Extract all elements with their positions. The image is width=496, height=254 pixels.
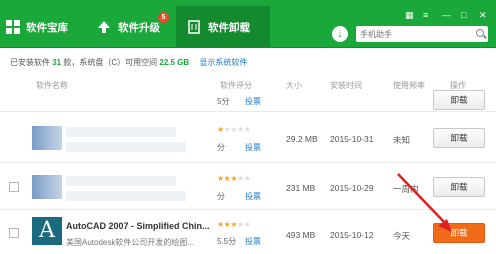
trash-icon [186, 19, 202, 35]
rating-score: 5.5分 [217, 237, 237, 246]
row-checkbox[interactable] [9, 228, 19, 238]
app-description: 美国Autodesk软件公司开发的绘图... [66, 238, 195, 247]
install-date: 2015-10-12 [330, 230, 374, 240]
app-name-redacted [66, 127, 176, 137]
uninstall-button[interactable]: 卸载 [433, 177, 485, 197]
install-date: 2015-10-29 [330, 183, 374, 193]
vote-link[interactable]: 投票 [245, 142, 261, 153]
upgrade-icon [96, 19, 112, 35]
vote-link[interactable]: 投票 [245, 236, 261, 247]
table-row[interactable]: A AutoCAD 2007 - Simplified Chin... 美国Au… [0, 211, 496, 254]
close-icon[interactable]: ✕ [479, 10, 487, 21]
app-desc-redacted [66, 191, 186, 201]
star-rating[interactable]: ★★★★★ [217, 174, 251, 183]
vote-link[interactable]: 投票 [245, 96, 261, 107]
installed-count: 31 [52, 58, 62, 67]
uninstall-button[interactable]: 卸载 [433, 223, 485, 243]
rating-score: 5分 [217, 97, 230, 106]
tab-software-uninstall-label: 软件卸载 [208, 21, 250, 34]
column-header-name[interactable]: 软件名称 [36, 80, 68, 92]
tab-software-upgrade-label: 软件升级 [118, 21, 160, 34]
uninstall-button[interactable]: 卸载 [433, 90, 485, 110]
app-icon [32, 175, 62, 199]
table-row[interactable]: ★★★★★ 分 投票 231 MB 2015-10-29 一周内 卸载 [0, 164, 496, 210]
app-name: AutoCAD 2007 - Simplified Chin... [66, 221, 210, 231]
star-rating[interactable]: ★★★★★ [217, 125, 251, 134]
top-toolbar: 软件宝库 软件升级 5 软件卸载 ▦ ≡ — □ ✕ ↓ [0, 0, 496, 48]
search-input[interactable] [356, 26, 466, 42]
grid-icon [6, 20, 20, 34]
table-row[interactable]: 5分 投票 卸载 [0, 90, 496, 112]
upgrade-count-badge: 5 [158, 12, 169, 23]
maximize-icon[interactable]: □ [461, 10, 466, 20]
rating-score: 分 [217, 192, 225, 201]
usage-frequency: 今天 [393, 231, 411, 241]
download-icon[interactable]: ↓ [332, 26, 348, 42]
rating-score: 分 [217, 143, 225, 152]
app-size: 493 MB [286, 230, 316, 240]
uninstall-button[interactable]: 卸载 [433, 128, 485, 148]
autocad-icon: A [32, 217, 62, 245]
vote-link[interactable]: 投票 [245, 191, 261, 202]
usage-frequency: 一周内 [393, 184, 419, 194]
app-icon [32, 126, 62, 150]
app-desc-redacted [66, 142, 186, 152]
search-area: ↓ [332, 26, 490, 44]
column-header-install-date[interactable]: 安装时间 [330, 80, 362, 92]
column-header-rating[interactable]: 软件评分 [220, 80, 252, 92]
tab-software-store[interactable]: 软件宝库 [6, 8, 90, 46]
install-date: 2015-10-31 [330, 134, 374, 144]
tab-software-store-label: 软件宝库 [26, 21, 68, 34]
star-rating[interactable]: ★★★★★ [217, 220, 251, 229]
menu-icon[interactable]: ≡ [423, 10, 428, 20]
app-size: 231 MB [286, 183, 316, 193]
minimize-icon[interactable]: — [442, 10, 451, 20]
table-row[interactable]: ★★★★★ 分 投票 29.2 MB 2015-10-31 未知 卸载 [0, 113, 496, 163]
show-system-software-link[interactable]: 显示系统软件 [199, 58, 247, 67]
usage-frequency: 未知 [393, 135, 411, 145]
search-icon[interactable] [476, 29, 484, 37]
column-header-frequency[interactable]: 使用频率 [393, 80, 425, 92]
tab-software-uninstall[interactable]: 软件卸载 [176, 6, 270, 48]
free-space: 22.5 GB [159, 58, 190, 67]
summary-middle: 款，系统盘（C）可用空间 [63, 58, 158, 67]
search-box [356, 26, 488, 42]
tab-software-upgrade[interactable]: 软件升级 5 [96, 8, 176, 46]
install-summary: 已安装软件 31 款，系统盘（C）可用空间 22.5 GB 显示系统软件 [10, 57, 247, 68]
app-size: 29.2 MB [286, 134, 318, 144]
skin-icon[interactable]: ▦ [405, 10, 414, 21]
app-name-redacted [66, 176, 176, 186]
summary-prefix: 已安装软件 [10, 58, 50, 67]
row-checkbox[interactable] [9, 182, 19, 192]
column-header-size[interactable]: 大小 [286, 80, 302, 92]
